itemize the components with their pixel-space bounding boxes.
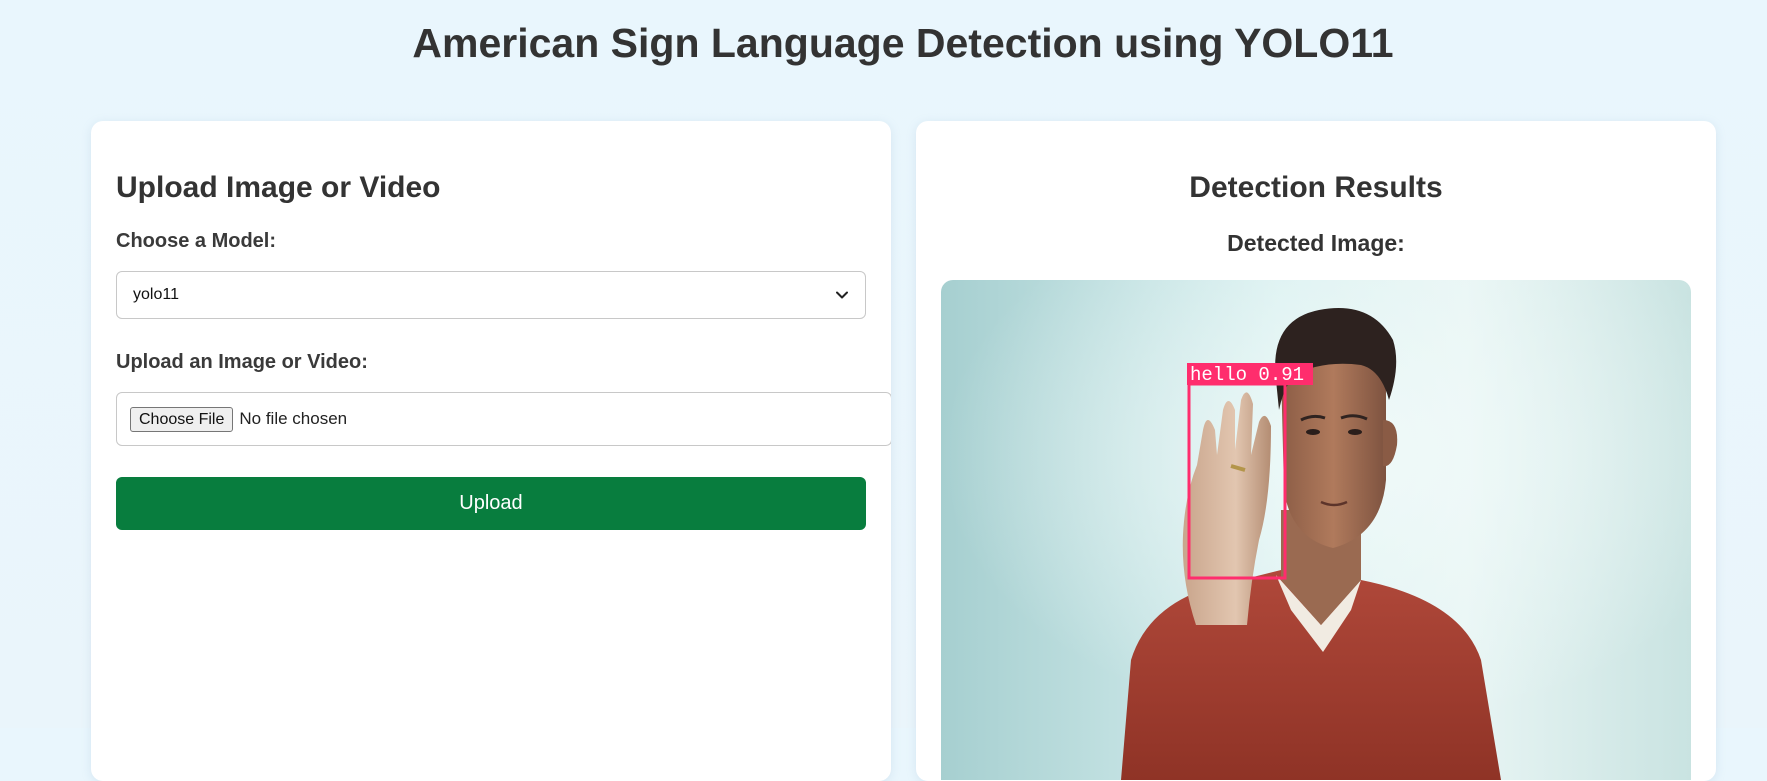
detected-image: hello 0.91 <box>941 280 1691 780</box>
model-label: Choose a Model: <box>116 230 277 252</box>
file-input[interactable]: Choose File No file chosen <box>116 392 891 446</box>
person-eye-left <box>1306 429 1320 435</box>
model-select-value: yolo11 <box>133 286 179 303</box>
choose-file-button[interactable]: Choose File <box>130 406 234 432</box>
model-select[interactable]: yolo11 <box>116 271 866 319</box>
detected-image-label: Detected Image: <box>1227 230 1405 256</box>
chevron-down-icon <box>835 288 849 302</box>
file-label: Upload an Image or Video: <box>116 351 368 373</box>
detection-label: hello 0.91 <box>1190 364 1304 386</box>
results-heading: Detection Results <box>1189 171 1443 204</box>
upload-heading: Upload Image or Video <box>116 171 441 204</box>
upload-button[interactable]: Upload <box>116 477 866 530</box>
page-title: American Sign Language Detection using Y… <box>412 20 1394 66</box>
upload-panel: Upload Image or Video Choose a Model: yo… <box>91 121 891 781</box>
results-panel: Detection Results Detected Image: hello … <box>916 121 1716 781</box>
person-eye-right <box>1348 429 1362 435</box>
file-status: No file chosen <box>239 409 348 428</box>
